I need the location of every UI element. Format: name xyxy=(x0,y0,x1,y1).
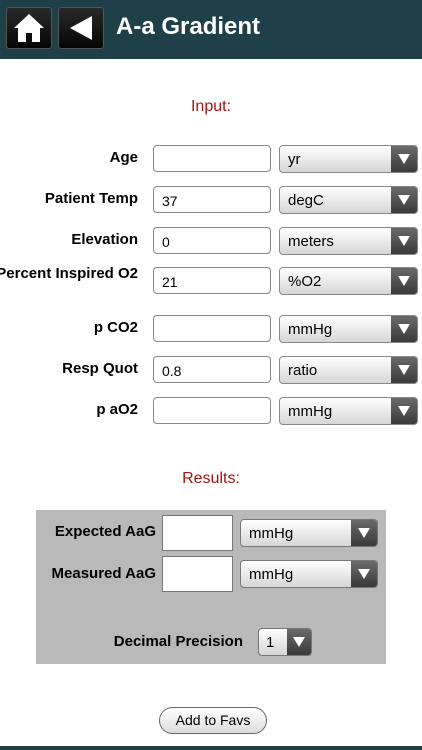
decimal-precision-value: 1 xyxy=(266,634,275,651)
elevation-unit-value: meters xyxy=(288,233,334,250)
age-unit-value: yr xyxy=(288,151,301,168)
percent-inspired-o2-unit-value: %O2 xyxy=(288,273,322,290)
patient-temp-input[interactable]: 37 xyxy=(153,186,271,213)
percent-inspired-o2-input[interactable]: 21 xyxy=(153,267,271,294)
age-input[interactable] xyxy=(153,145,271,172)
elevation-unit-select[interactable]: meters xyxy=(279,227,418,255)
expected-aag-label: Expected AaG xyxy=(54,523,156,540)
chevron-down-icon xyxy=(391,228,417,254)
chevron-down-icon xyxy=(391,316,417,342)
pao2-label: p aO2 xyxy=(96,401,138,418)
chevron-down-icon xyxy=(391,268,417,294)
back-arrow-icon xyxy=(70,16,92,40)
patient-temp-label: Patient Temp xyxy=(44,190,138,207)
chevron-down-icon xyxy=(391,146,417,172)
chevron-down-icon xyxy=(351,561,377,587)
chevron-down-icon xyxy=(391,357,417,383)
resp-quot-label: Resp Quot xyxy=(62,360,138,377)
measured-aag-unit-select[interactable]: mmHg xyxy=(240,560,378,588)
back-button[interactable] xyxy=(58,7,104,49)
header-bar: A-a Gradient xyxy=(0,0,422,59)
pao2-input[interactable] xyxy=(153,397,271,424)
measured-aag-unit-value: mmHg xyxy=(249,566,294,583)
resp-quot-unit-select[interactable]: ratio xyxy=(279,356,418,384)
input-section-label: Input: xyxy=(190,98,232,115)
elevation-label: Elevation xyxy=(71,231,138,248)
bottom-bar xyxy=(0,746,422,750)
add-to-favs-button[interactable]: Add to Favs xyxy=(159,707,267,734)
pco2-label: p CO2 xyxy=(93,319,138,336)
resp-quot-input[interactable]: 0.8 xyxy=(153,356,271,383)
pao2-unit-value: mmHg xyxy=(288,403,333,420)
patient-temp-unit-value: degC xyxy=(288,192,324,209)
age-label: Age xyxy=(109,149,138,166)
decimal-precision-select[interactable]: 1 xyxy=(258,628,312,656)
patient-temp-unit-select[interactable]: degC xyxy=(279,186,418,214)
measured-aag-output xyxy=(162,556,233,592)
pao2-unit-select[interactable]: mmHg xyxy=(279,397,418,425)
pco2-unit-select[interactable]: mmHg xyxy=(279,315,418,343)
age-unit-select[interactable]: yr xyxy=(279,145,418,173)
measured-aag-label: Measured AaG xyxy=(51,565,156,582)
home-button[interactable] xyxy=(6,7,52,49)
chevron-down-icon xyxy=(391,187,417,213)
home-icon xyxy=(14,14,44,42)
percent-inspired-o2-unit-select[interactable]: %O2 xyxy=(279,267,418,295)
expected-aag-unit-value: mmHg xyxy=(249,525,294,542)
percent-inspired-o2-label: Percent Inspired O2 xyxy=(0,265,138,282)
page-title: A-a Gradient xyxy=(116,13,261,40)
elevation-input[interactable]: 0 xyxy=(153,227,271,254)
chevron-down-icon xyxy=(391,398,417,424)
chevron-down-icon xyxy=(287,629,311,655)
resp-quot-unit-value: ratio xyxy=(288,362,318,379)
chevron-down-icon xyxy=(351,520,377,546)
pco2-unit-value: mmHg xyxy=(288,321,333,338)
expected-aag-unit-select[interactable]: mmHg xyxy=(240,519,378,547)
decimal-precision-label: Decimal Precision xyxy=(113,633,243,650)
pco2-input[interactable] xyxy=(153,315,271,342)
results-section-label: Results: xyxy=(182,470,240,487)
expected-aag-output xyxy=(162,515,233,551)
